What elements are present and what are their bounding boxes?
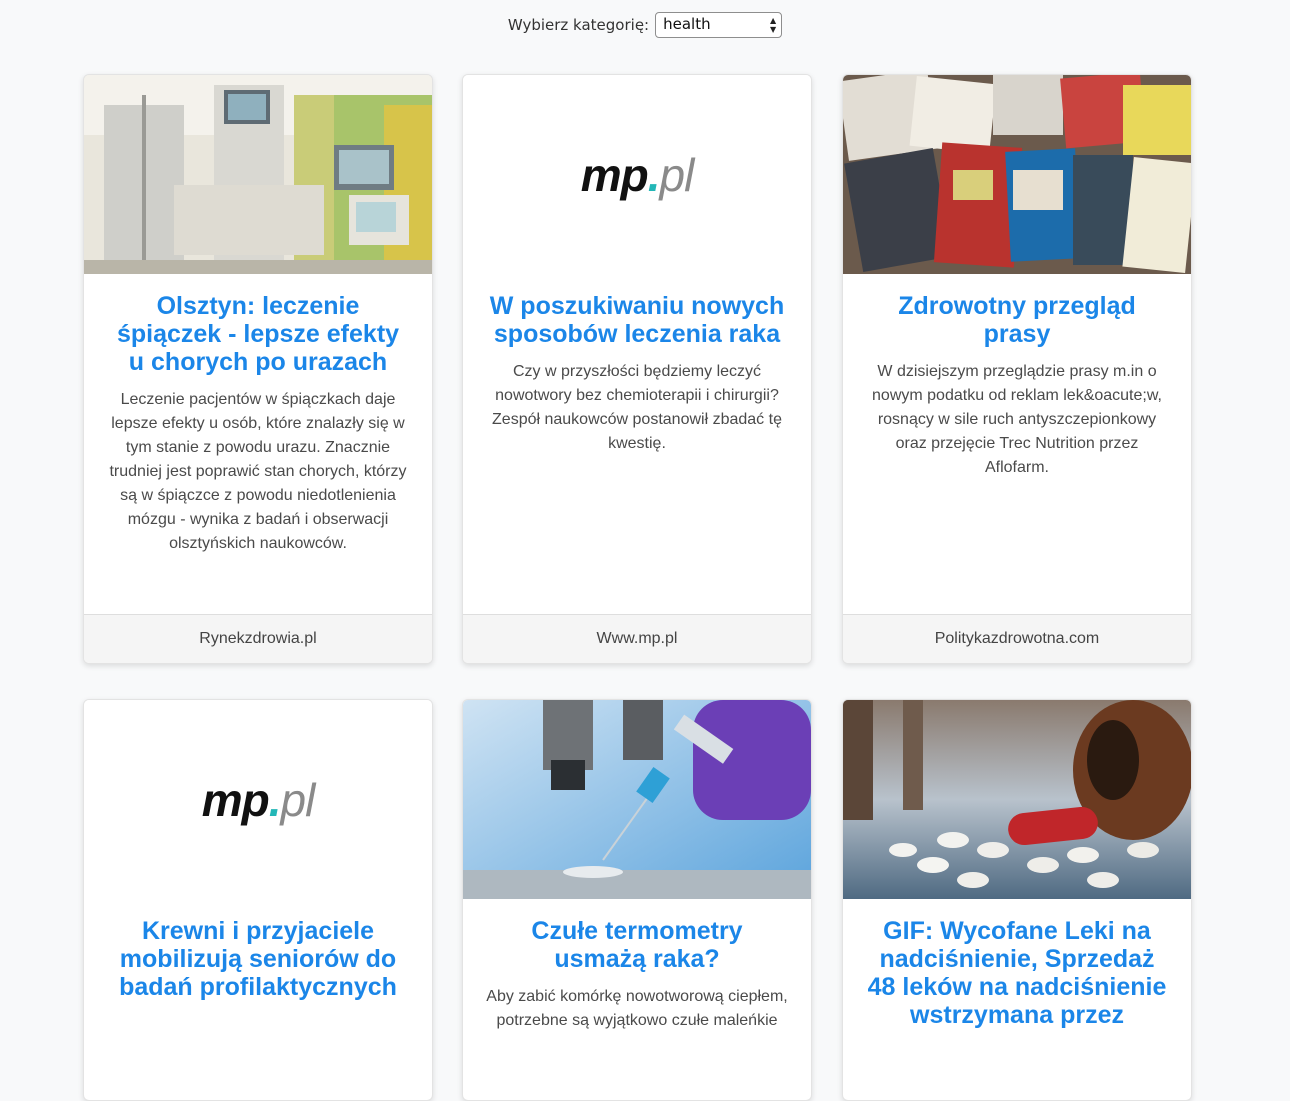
article-title[interactable]: W poszukiwaniu nowych sposobów leczenia … (485, 292, 789, 348)
article-description: Aby zabić komórkę nowotworową ciepłem, p… (486, 988, 788, 1029)
article-card[interactable]: mp. pl W poszukiwaniu nowych sposobów lec… (462, 74, 812, 664)
article-title[interactable]: Krewni i przyjaciele mobilizują seniorów… (106, 917, 410, 1001)
category-label: Wybierz kategorię: (507, 16, 650, 34)
mp-pl-logo: mp. pl (463, 75, 811, 274)
category-select-value: health (663, 15, 711, 33)
article-description: Czy w przyszłości będziemy leczyć nowotw… (492, 363, 782, 452)
article-description: Leczenie pacjentów w śpiączkach daje lep… (109, 391, 407, 552)
category-filter: Wybierz kategorię: health ▲ ▼ (0, 12, 1290, 38)
article-image-mp-logo: mp. pl (84, 700, 432, 899)
article-image-pills (843, 700, 1191, 899)
article-source: Politykazdrowotna.com (843, 614, 1191, 663)
article-card[interactable]: mp. pl Krewni i przyjaciele mobilizują se… (83, 699, 433, 1101)
mp-pl-logo: mp. pl (84, 700, 432, 899)
article-title[interactable]: Zdrowotny przegląd prasy (865, 292, 1169, 348)
article-title[interactable]: Czułe termometry usmażą raka? (485, 917, 789, 973)
article-card[interactable]: GIF: Wycofane Leki na nadciśnienie, Sprz… (842, 699, 1192, 1101)
article-image-microscope (463, 700, 811, 899)
article-source: Rynekzdrowia.pl (84, 614, 432, 663)
article-card[interactable]: Zdrowotny przegląd prasy W dzisiejszym p… (842, 74, 1192, 664)
select-arrows-icon: ▲ ▼ (769, 16, 777, 34)
article-source: Www.mp.pl (463, 614, 811, 663)
article-image-icu (84, 75, 432, 274)
category-select[interactable]: health ▲ ▼ (655, 12, 783, 38)
article-title[interactable]: Olsztyn: leczenie śpiączek - lepsze efek… (106, 292, 410, 376)
article-description: W dzisiejszym przeglądzie prasy m.in o n… (872, 363, 1162, 476)
article-title[interactable]: GIF: Wycofane Leki na nadciśnienie, Sprz… (865, 917, 1169, 1029)
article-card[interactable]: Czułe termometry usmażą raka? Aby zabić … (462, 699, 812, 1101)
article-image-newspapers (843, 75, 1191, 274)
article-card[interactable]: Olsztyn: leczenie śpiączek - lepsze efek… (83, 74, 433, 664)
article-image-mp-logo: mp. pl (463, 75, 811, 274)
